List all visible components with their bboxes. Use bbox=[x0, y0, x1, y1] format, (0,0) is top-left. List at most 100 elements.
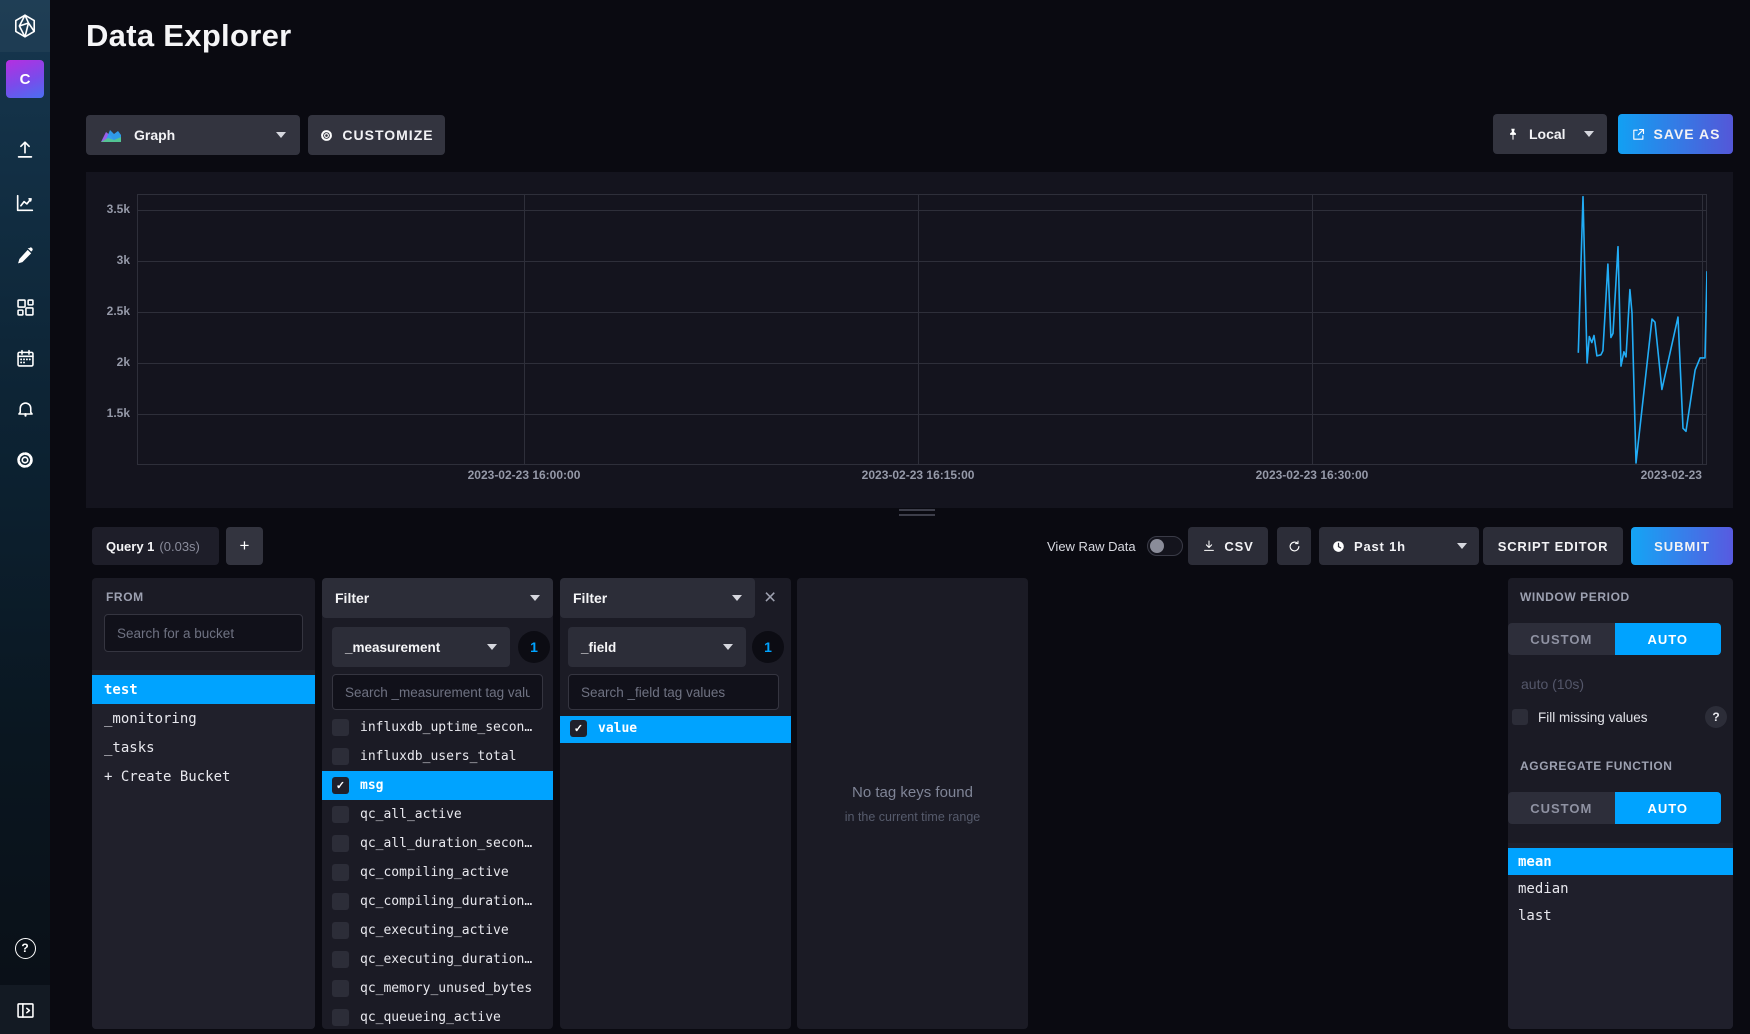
bell-icon bbox=[15, 400, 36, 421]
bucket-search-input[interactable] bbox=[104, 614, 303, 652]
add-query-button[interactable]: + bbox=[226, 527, 263, 565]
influxdb-logo[interactable] bbox=[0, 0, 50, 52]
tag-value-row[interactable]: qc_executing_active bbox=[322, 916, 553, 945]
tag-value-row[interactable]: ✓msg bbox=[322, 771, 553, 800]
unchecked-checkbox[interactable] bbox=[332, 835, 349, 852]
plot-area[interactable] bbox=[137, 194, 1707, 465]
tag-value-row[interactable]: qc_memory_unused_bytes bbox=[322, 974, 553, 1003]
refresh-button[interactable] bbox=[1277, 527, 1311, 565]
help-icon: ? bbox=[15, 938, 36, 959]
filter-type-dropdown[interactable]: Filter bbox=[322, 578, 553, 618]
tag-value-label: qc_compiling_duration… bbox=[360, 894, 532, 909]
dashboards-icon bbox=[15, 297, 36, 318]
tag-value-label: qc_all_duration_secon… bbox=[360, 836, 532, 851]
tag-value-row[interactable]: qc_compiling_duration… bbox=[322, 887, 553, 916]
visualization-type-dropdown[interactable]: Graph bbox=[86, 115, 300, 155]
bucket-list-item[interactable]: + Create Bucket bbox=[92, 762, 315, 791]
close-filter-icon[interactable]: × bbox=[764, 587, 776, 608]
auto-button[interactable]: AUTO bbox=[1615, 623, 1722, 655]
tag-value-row[interactable]: qc_executing_duration… bbox=[322, 945, 553, 974]
sidebar-item-help[interactable]: ? bbox=[0, 933, 50, 963]
sidebar-item-upload[interactable] bbox=[0, 135, 50, 165]
sidebar-item-settings[interactable] bbox=[0, 445, 50, 475]
customize-label: CUSTOMIZE bbox=[342, 127, 433, 143]
panel-resize-handle[interactable] bbox=[899, 509, 935, 519]
local-label: Local bbox=[1529, 126, 1566, 142]
script-editor-label: SCRIPT EDITOR bbox=[1498, 539, 1609, 554]
custom-button[interactable]: CUSTOM bbox=[1508, 623, 1615, 655]
query-duration: (0.03s) bbox=[159, 539, 199, 554]
unchecked-checkbox[interactable] bbox=[332, 748, 349, 765]
org-avatar[interactable]: C bbox=[6, 60, 44, 98]
measurement-value-list: influxdb_uptime_secon…influxdb_users_tot… bbox=[322, 716, 553, 1029]
tag-value-row[interactable]: qc_all_duration_secon… bbox=[322, 829, 553, 858]
tag-value-row[interactable]: influxdb_users_total bbox=[322, 742, 553, 771]
local-dropdown[interactable]: Local bbox=[1493, 114, 1607, 154]
x-axis-tick-label: 2023-02-23 16:00:00 bbox=[468, 468, 581, 482]
tag-value-label: qc_executing_duration… bbox=[360, 952, 532, 967]
unchecked-checkbox[interactable] bbox=[332, 719, 349, 736]
unchecked-checkbox[interactable] bbox=[332, 980, 349, 997]
script-editor-button[interactable]: SCRIPT EDITOR bbox=[1483, 527, 1623, 565]
unchecked-checkbox[interactable] bbox=[332, 951, 349, 968]
aggregate-function-item[interactable]: mean bbox=[1508, 848, 1733, 875]
upload-icon bbox=[14, 139, 36, 161]
influxdb-cube-icon bbox=[12, 13, 38, 39]
y-axis-tick-label: 1.5k bbox=[90, 406, 130, 420]
unchecked-checkbox[interactable] bbox=[332, 806, 349, 823]
refresh-icon bbox=[1287, 539, 1302, 554]
view-raw-data-toggle[interactable] bbox=[1147, 536, 1183, 556]
aggregate-function-item[interactable]: last bbox=[1508, 902, 1733, 929]
csv-download-button[interactable]: CSV bbox=[1188, 527, 1268, 565]
time-range-dropdown[interactable]: Past 1h bbox=[1319, 527, 1479, 565]
measurement-key-dropdown[interactable]: _measurement bbox=[332, 627, 510, 667]
tag-value-row[interactable]: ✓value bbox=[560, 716, 791, 743]
tag-value-label: qc_compiling_active bbox=[360, 865, 509, 880]
aggregate-function-item[interactable]: median bbox=[1508, 875, 1733, 902]
sidebar-item-notebooks[interactable] bbox=[0, 240, 50, 270]
window-period-mode-toggle: CUSTOM AUTO bbox=[1508, 623, 1721, 655]
query-tab[interactable]: Query 1 (0.03s) bbox=[92, 527, 219, 565]
unchecked-checkbox[interactable] bbox=[332, 864, 349, 881]
checked-checkbox[interactable]: ✓ bbox=[332, 777, 349, 794]
sidebar-item-tasks[interactable] bbox=[0, 343, 50, 373]
bucket-list-item[interactable]: test bbox=[92, 675, 315, 704]
field-key-dropdown[interactable]: _field bbox=[568, 627, 746, 667]
auto-button[interactable]: AUTO bbox=[1615, 792, 1722, 824]
sidebar-item-dashboards[interactable] bbox=[0, 292, 50, 322]
customize-button[interactable]: CUSTOMIZE bbox=[308, 115, 445, 155]
x-axis-tick-label: 2023-02-23 16:30:00 bbox=[1256, 468, 1369, 482]
field-search-input[interactable] bbox=[568, 674, 779, 710]
unchecked-checkbox[interactable] bbox=[332, 893, 349, 910]
save-as-label: SAVE AS bbox=[1654, 126, 1721, 142]
chevron-down-icon bbox=[487, 644, 497, 650]
tag-value-label: qc_all_active bbox=[360, 807, 462, 822]
fill-help-icon[interactable]: ? bbox=[1705, 706, 1727, 728]
checked-checkbox[interactable]: ✓ bbox=[570, 720, 587, 737]
fill-missing-values-label: Fill missing values bbox=[1538, 710, 1648, 725]
tag-value-row[interactable]: influxdb_uptime_secon… bbox=[322, 716, 553, 742]
sidebar-expand-button[interactable] bbox=[0, 995, 50, 1025]
sidebar-item-alerts[interactable] bbox=[0, 395, 50, 425]
filter-type-dropdown[interactable]: Filter bbox=[560, 578, 755, 618]
submit-button[interactable]: SUBMIT bbox=[1631, 527, 1733, 565]
csv-label: CSV bbox=[1224, 539, 1253, 554]
tag-value-row[interactable]: qc_all_active bbox=[322, 800, 553, 829]
tag-value-row[interactable]: qc_queueing_active bbox=[322, 1003, 553, 1029]
bucket-list-item[interactable]: _tasks bbox=[92, 733, 315, 762]
custom-button[interactable]: CUSTOM bbox=[1508, 792, 1615, 824]
tag-value-label: qc_memory_unused_bytes bbox=[360, 981, 532, 996]
aggregate-function-label: AGGREGATE FUNCTION bbox=[1520, 759, 1673, 773]
unchecked-checkbox[interactable] bbox=[332, 1009, 349, 1026]
tag-value-row[interactable]: qc_compiling_active bbox=[322, 858, 553, 887]
measurement-search-input[interactable] bbox=[332, 674, 543, 710]
gear-icon bbox=[319, 128, 334, 143]
unchecked-checkbox[interactable] bbox=[332, 922, 349, 939]
sidebar-item-data-explorer[interactable] bbox=[0, 188, 50, 218]
fill-missing-values-checkbox[interactable] bbox=[1512, 709, 1528, 725]
selected-count-badge: 1 bbox=[752, 631, 784, 663]
tag-keys-panel: No tag keys found in the current time ra… bbox=[797, 578, 1028, 1029]
calendar-icon bbox=[15, 348, 36, 369]
save-as-button[interactable]: SAVE AS bbox=[1618, 114, 1733, 154]
bucket-list-item[interactable]: _monitoring bbox=[92, 704, 315, 733]
